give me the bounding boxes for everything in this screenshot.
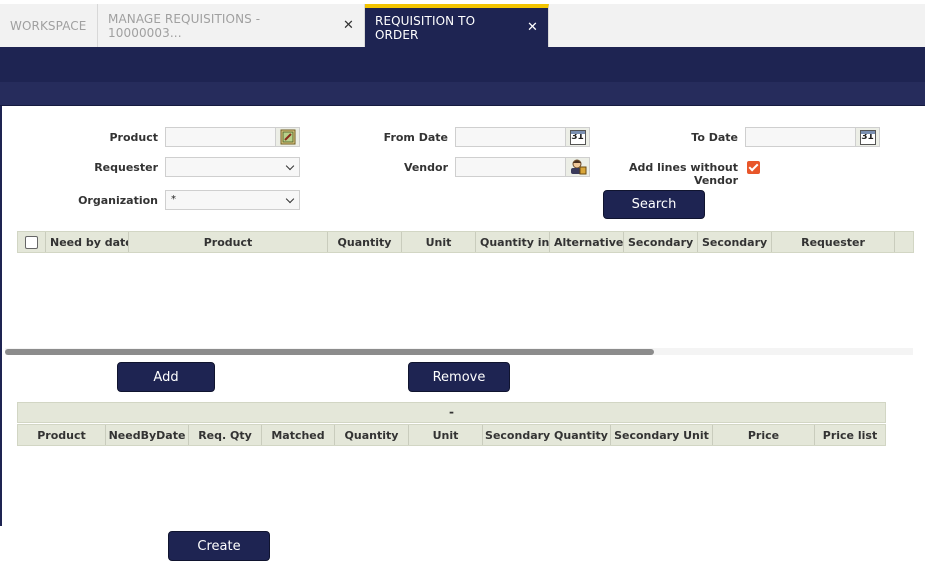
column-header-unit[interactable]: Unit — [402, 232, 476, 252]
from-date-field[interactable]: 31 — [455, 127, 590, 147]
frame-border — [0, 106, 2, 526]
chevron-down-icon — [285, 194, 295, 204]
column-header-product[interactable]: Product — [18, 425, 106, 445]
column-header-alternative[interactable]: Alternative — [550, 232, 624, 252]
column-header-requester[interactable]: Requester — [772, 232, 895, 252]
vendor-selector-button[interactable] — [565, 158, 589, 176]
remove-button[interactable]: Remove — [408, 362, 510, 392]
tab-bar: WORKSPACE MANAGE REQUISITIONS - 10000003… — [0, 4, 925, 47]
column-header-filler — [895, 232, 913, 252]
column-header-need-by-date[interactable]: NeedByDate — [106, 425, 189, 445]
tab-requisition-to-order[interactable]: REQUISITION TO ORDER ✕ — [365, 4, 549, 47]
chevron-down-icon — [285, 161, 295, 171]
add-button[interactable]: Add — [117, 362, 215, 392]
product-selector-button[interactable] — [275, 128, 299, 146]
select-all-checkbox[interactable] — [25, 235, 38, 249]
column-header-quantity-in[interactable]: Quantity in — [476, 232, 550, 252]
to-date-label: To Date — [691, 131, 738, 144]
to-date-field[interactable]: 31 — [745, 127, 880, 147]
to-date-calendar-button[interactable]: 31 — [855, 128, 879, 146]
column-header-matched[interactable]: Matched — [262, 425, 335, 445]
organization-value: * — [171, 194, 176, 205]
business-partner-icon — [570, 159, 586, 175]
add-lines-label-line-1: Add lines without — [629, 161, 738, 174]
create-button[interactable]: Create — [168, 531, 270, 561]
window-toolbar — [0, 82, 925, 106]
vendor-field[interactable] — [455, 157, 590, 177]
tab-requisition-to-order-label: REQUISITION TO ORDER — [375, 13, 476, 42]
add-lines-without-vendor-checkbox[interactable] — [747, 161, 760, 174]
requisition-lines-grid-header: Need by date Product Quantity Unit Quant… — [17, 231, 914, 253]
column-header-quantity[interactable]: Quantity — [335, 425, 409, 445]
column-header-quantity[interactable]: Quantity — [328, 232, 402, 252]
column-header-price-list[interactable]: Price list — [815, 425, 885, 445]
select-all-cell — [18, 232, 46, 252]
requester-label: Requester — [94, 161, 158, 174]
close-icon[interactable]: ✕ — [343, 18, 354, 33]
column-header-secondary-1[interactable]: Secondary — [624, 232, 698, 252]
column-header-unit[interactable]: Unit — [409, 425, 483, 445]
product-selector-icon — [280, 129, 295, 145]
column-header-secondary-unit[interactable]: Secondary Unit — [611, 425, 713, 445]
window-header — [0, 47, 925, 82]
product-label: Product — [109, 131, 158, 144]
horizontal-scrollbar-thumb[interactable] — [5, 349, 654, 355]
tab-workspace[interactable]: WORKSPACE — [0, 4, 98, 47]
tab-manage-requisitions-label: MANAGE REQUISITIONS - 10000003... — [108, 11, 261, 40]
requester-select[interactable] — [165, 157, 300, 177]
column-header-price[interactable]: Price — [713, 425, 815, 445]
column-header-secondary-quantity[interactable]: Secondary Quantity — [483, 425, 611, 445]
column-header-need-by-date[interactable]: Need by date — [46, 232, 129, 252]
product-field[interactable] — [165, 127, 300, 147]
tab-manage-requisitions[interactable]: MANAGE REQUISITIONS - 10000003... ✕ — [98, 4, 365, 47]
from-date-label: From Date — [383, 131, 448, 144]
close-icon[interactable]: ✕ — [527, 20, 538, 35]
add-lines-label-line-2: Vendor — [693, 174, 738, 187]
column-header-secondary-2[interactable]: Secondary — [698, 232, 772, 252]
calendar-icon: 31 — [859, 129, 876, 145]
column-header-product[interactable]: Product — [129, 232, 328, 252]
organization-label: Organization — [78, 194, 158, 207]
calendar-icon: 31 — [569, 129, 586, 145]
tab-bar-filler — [549, 4, 925, 47]
from-date-calendar-button[interactable]: 31 — [565, 128, 589, 146]
organization-select[interactable]: * — [165, 190, 300, 210]
vendor-label: Vendor — [403, 161, 448, 174]
add-lines-without-vendor-label: Add lines without Vendor — [600, 161, 738, 187]
search-button[interactable]: Search — [603, 190, 705, 219]
column-header-req-qty[interactable]: Req. Qty — [189, 425, 262, 445]
tab-workspace-label: WORKSPACE — [10, 18, 87, 33]
selected-lines-group-header: - — [17, 402, 886, 423]
selected-lines-grid-header: Product NeedByDate Req. Qty Matched Quan… — [17, 424, 886, 446]
